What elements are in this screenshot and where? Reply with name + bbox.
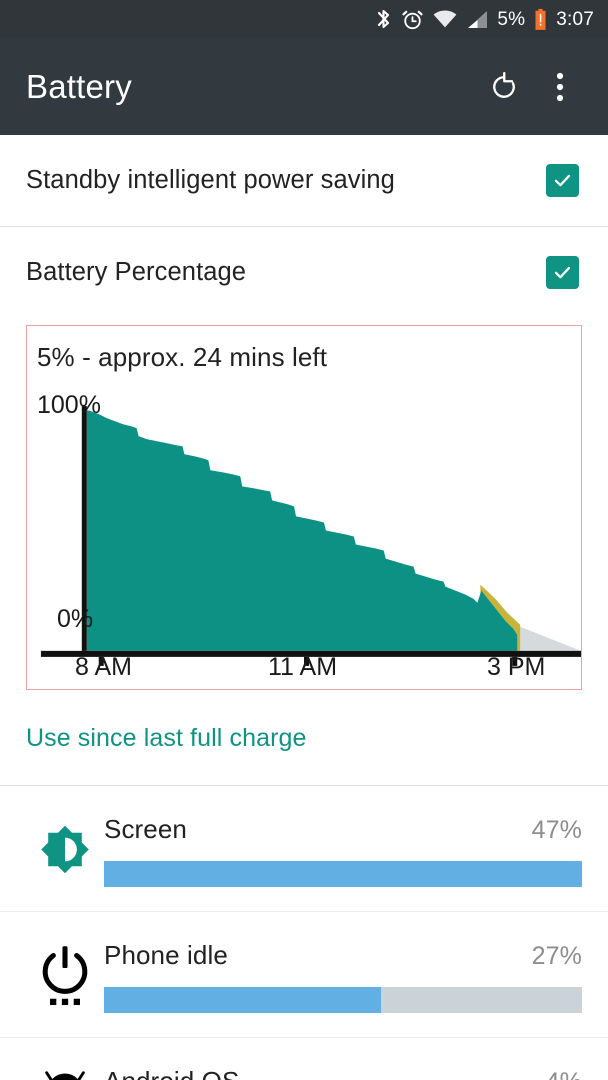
android-robot-icon bbox=[26, 1064, 104, 1080]
chart-xtick bbox=[304, 656, 309, 666]
usage-detail: Android OS 4% bbox=[104, 1064, 582, 1080]
usage-detail: Phone idle 27% bbox=[104, 938, 582, 1013]
battery-icon bbox=[534, 8, 547, 31]
chart-xtick bbox=[512, 656, 518, 666]
chart-x-axis bbox=[40, 650, 581, 657]
app-bar: Battery bbox=[0, 38, 608, 135]
more-options-icon bbox=[556, 72, 564, 101]
status-battery-percent: 5% bbox=[497, 8, 526, 30]
setting-row-battery-percentage[interactable]: Battery Percentage bbox=[0, 227, 608, 318]
usage-progress-track bbox=[104, 987, 582, 1013]
wifi-icon bbox=[433, 10, 457, 29]
chart-projection-area bbox=[520, 626, 581, 651]
usage-progress-fill bbox=[104, 987, 382, 1013]
setting-label: Standby intelligent power saving bbox=[26, 166, 395, 194]
usage-header: Android OS 4% bbox=[104, 1066, 582, 1080]
battery-percentage-checkbox[interactable] bbox=[546, 256, 579, 289]
setting-row-standby-power-saving[interactable]: Standby intelligent power saving bbox=[0, 135, 608, 226]
refresh-icon bbox=[493, 71, 515, 98]
page-title: Battery bbox=[26, 67, 132, 105]
status-bar: 5% 3:07 bbox=[0, 0, 608, 38]
bluetooth-icon bbox=[375, 8, 392, 30]
brightness-icon bbox=[26, 812, 104, 880]
usage-row-screen[interactable]: Screen 47% bbox=[0, 786, 608, 911]
check-icon bbox=[554, 266, 571, 279]
check-icon bbox=[554, 174, 571, 187]
use-since-last-full-charge-link[interactable]: Use since last full charge bbox=[26, 724, 307, 752]
overflow-menu-button[interactable] bbox=[532, 59, 588, 115]
battery-history-chart[interactable]: 5% - approx. 24 mins left 100% 0% 8 AM 1… bbox=[26, 325, 582, 690]
usage-app-name: Screen bbox=[104, 814, 187, 844]
usage-row-phone-idle[interactable]: Phone idle 27% bbox=[0, 912, 608, 1037]
status-clock: 3:07 bbox=[556, 8, 594, 30]
usage-header: Screen 47% bbox=[104, 814, 582, 845]
usage-header: Phone idle 27% bbox=[104, 940, 582, 971]
refresh-button[interactable] bbox=[476, 59, 532, 115]
usage-app-name: Phone idle bbox=[104, 940, 228, 970]
chart-plot-area: 100% 0% 8 AM 11 AM 3 PM bbox=[27, 388, 581, 689]
usage-row-android-os[interactable]: Android OS 4% bbox=[0, 1038, 608, 1080]
usage-percent: 47% bbox=[531, 816, 582, 844]
setting-label: Battery Percentage bbox=[26, 258, 247, 286]
usage-percent: 27% bbox=[531, 942, 582, 970]
usage-detail: Screen 47% bbox=[104, 812, 582, 887]
usage-progress-fill bbox=[104, 861, 582, 887]
cellular-signal-icon bbox=[466, 10, 488, 29]
chart-headline: 5% - approx. 24 mins left bbox=[37, 342, 328, 372]
chart-xtick bbox=[98, 656, 104, 666]
chart-battery-area bbox=[86, 410, 518, 651]
use-since-last-full-charge-row[interactable]: Use since last full charge bbox=[0, 690, 608, 785]
alarm-icon bbox=[401, 8, 424, 31]
usage-percent: 4% bbox=[546, 1068, 582, 1080]
usage-progress-track bbox=[104, 861, 582, 887]
standby-power-saving-checkbox[interactable] bbox=[546, 164, 579, 197]
usage-app-name: Android OS bbox=[104, 1066, 239, 1080]
chart-svg bbox=[40, 406, 581, 666]
power-standby-icon bbox=[26, 938, 104, 1010]
chart-y-axis bbox=[81, 406, 87, 651]
